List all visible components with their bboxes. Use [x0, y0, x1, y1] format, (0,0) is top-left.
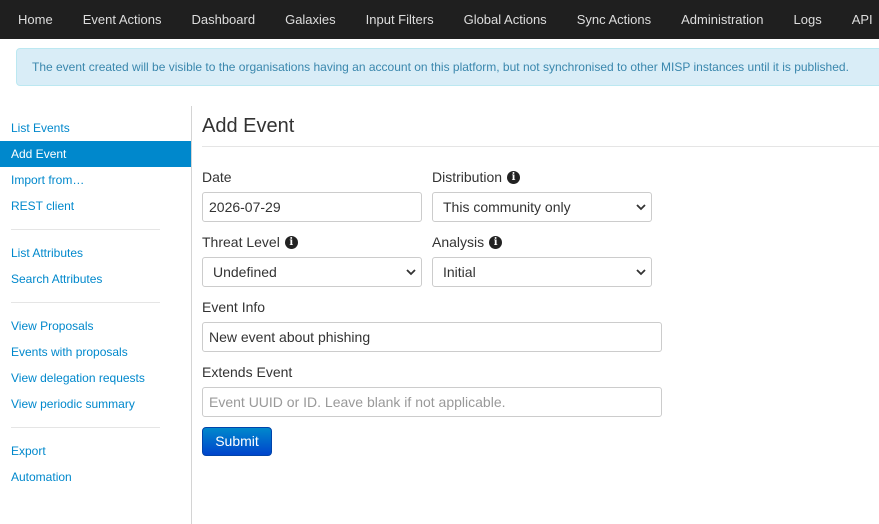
threat-level-select[interactable]: Undefined — [202, 257, 422, 287]
top-navbar: Home Event Actions Dashboard Galaxies In… — [0, 0, 879, 39]
distribution-select[interactable]: This community only — [432, 192, 652, 222]
nav-administration[interactable]: Administration — [681, 12, 763, 27]
title-divider — [202, 146, 879, 147]
sidebar-item-export[interactable]: Export — [0, 438, 191, 464]
nav-galaxies[interactable]: Galaxies — [285, 12, 336, 27]
chevron-down-icon — [636, 269, 646, 276]
event-info-label: Event Info — [202, 299, 265, 315]
extends-event-input[interactable]: Event UUID or ID. Leave blank if not app… — [202, 387, 662, 417]
sidebar-border — [191, 106, 192, 524]
chevron-down-icon — [636, 204, 646, 211]
analysis-label-text: Analysis — [432, 234, 485, 250]
sidebar-item-events-with-proposals[interactable]: Events with proposals — [0, 339, 191, 365]
sidebar-item-view-periodic-summary[interactable]: View periodic summary — [0, 391, 191, 417]
event-info-label-text: Event Info — [202, 299, 266, 315]
date-label: Date — [202, 169, 232, 185]
sidebar: List Events Add Event Import from… REST … — [0, 115, 191, 490]
nav-dashboard[interactable]: Dashboard — [191, 12, 255, 27]
threat-level-label: Threat Level i — [202, 234, 298, 250]
nav-sync-actions[interactable]: Sync Actions — [577, 12, 651, 27]
info-icon[interactable]: i — [507, 170, 521, 184]
sidebar-item-view-delegation-requests[interactable]: View delegation requests — [0, 365, 191, 391]
info-alert: The event created will be visible to the… — [16, 48, 879, 86]
nav-global-actions[interactable]: Global Actions — [464, 12, 547, 27]
sidebar-item-list-events[interactable]: List Events — [0, 115, 191, 141]
chevron-down-icon — [406, 269, 416, 276]
analysis-selected-value: Initial — [443, 264, 476, 280]
sidebar-divider — [11, 229, 160, 230]
page-title: Add Event — [202, 115, 295, 137]
info-icon[interactable]: i — [284, 235, 298, 249]
extends-event-label-text: Extends Event — [202, 364, 293, 380]
info-alert-text: The event created will be visible to the… — [32, 60, 849, 74]
info-icon[interactable]: i — [489, 235, 503, 249]
analysis-label: Analysis i — [432, 234, 503, 250]
extends-event-label: Extends Event — [202, 364, 292, 380]
distribution-selected-value: This community only — [443, 199, 571, 215]
sidebar-item-list-attributes[interactable]: List Attributes — [0, 240, 191, 266]
sidebar-divider — [11, 427, 160, 428]
distribution-label-text: Distribution — [432, 169, 503, 185]
date-label-text: Date — [202, 169, 232, 185]
sidebar-item-automation[interactable]: Automation — [0, 464, 191, 490]
date-input[interactable]: 2026-07-29 — [202, 192, 422, 222]
sidebar-item-import-from[interactable]: Import from… — [0, 167, 191, 193]
threat-level-selected-value: Undefined — [213, 264, 277, 280]
sidebar-divider — [11, 302, 160, 303]
threat-level-label-text: Threat Level — [202, 234, 280, 250]
nav-event-actions[interactable]: Event Actions — [83, 12, 162, 27]
event-info-input[interactable]: New event about phishing — [202, 322, 662, 352]
analysis-select[interactable]: Initial — [432, 257, 652, 287]
submit-button[interactable]: Submit — [202, 427, 272, 456]
nav-input-filters[interactable]: Input Filters — [366, 12, 434, 27]
sidebar-item-rest-client[interactable]: REST client — [0, 193, 191, 219]
sidebar-item-search-attributes[interactable]: Search Attributes — [0, 266, 191, 292]
nav-home[interactable]: Home — [18, 12, 53, 27]
sidebar-item-add-event[interactable]: Add Event — [0, 141, 191, 167]
nav-api[interactable]: API — [852, 12, 873, 27]
nav-logs[interactable]: Logs — [794, 12, 822, 27]
distribution-label: Distribution i — [432, 169, 521, 185]
sidebar-item-view-proposals[interactable]: View Proposals — [0, 313, 191, 339]
